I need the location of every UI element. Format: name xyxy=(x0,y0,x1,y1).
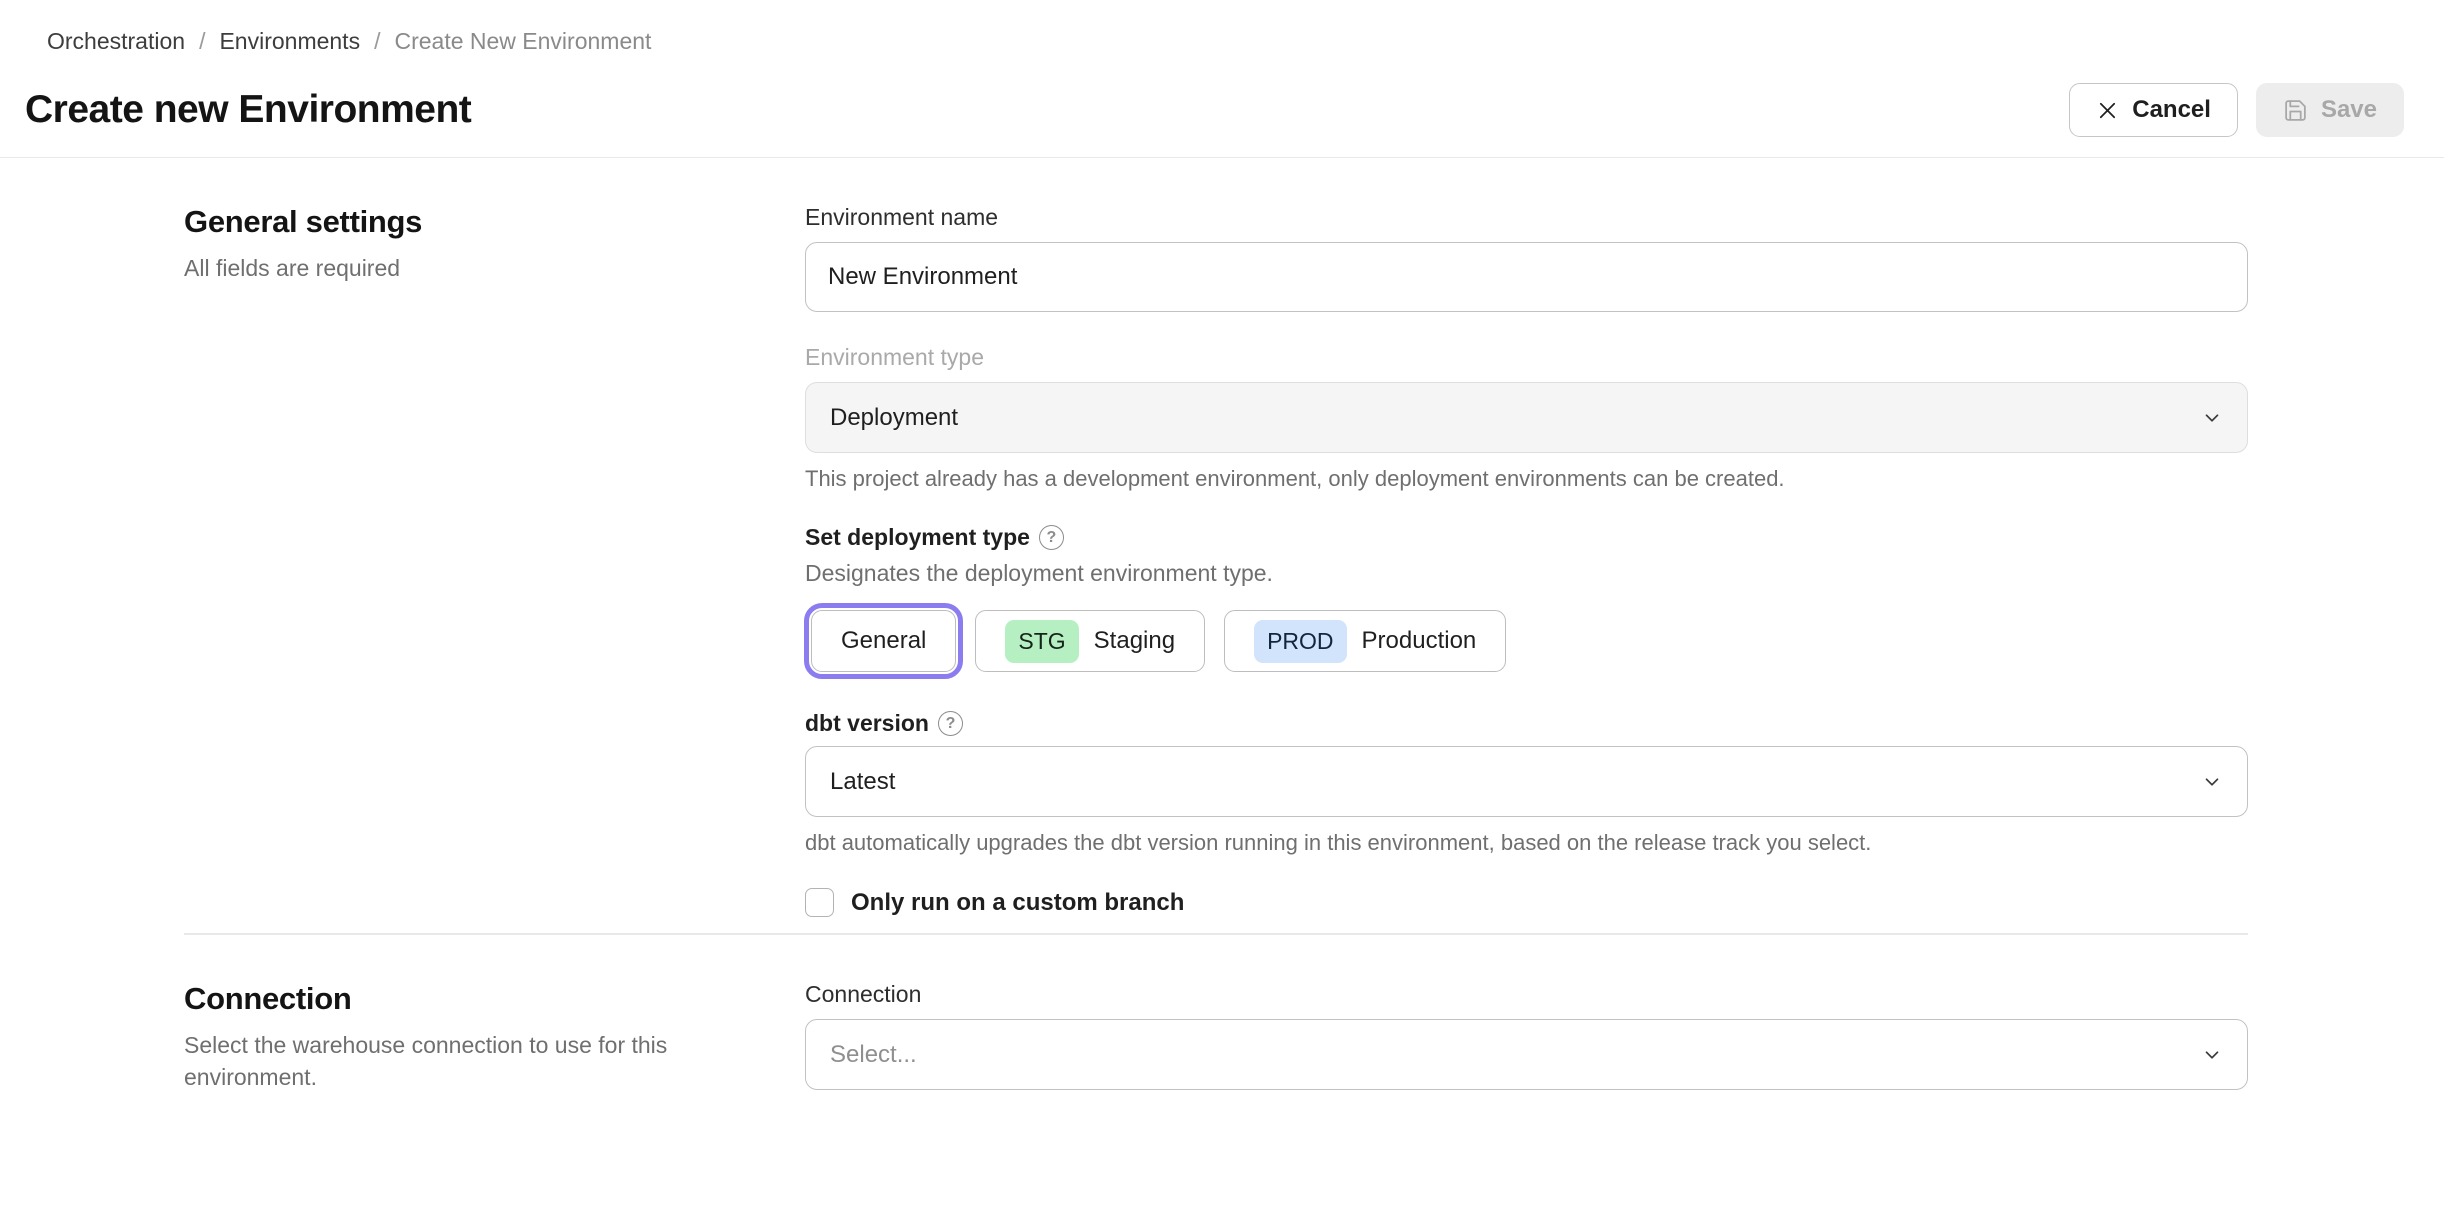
dbt-version-helper: dbt automatically upgrades the dbt versi… xyxy=(805,830,1872,855)
breadcrumb-current-page: Create New Environment xyxy=(394,28,652,54)
custom-branch-checkbox[interactable] xyxy=(805,888,834,917)
environment-type-helper: This project already has a development e… xyxy=(805,466,1785,491)
environment-type-value: Deployment xyxy=(830,403,959,431)
breadcrumb-separator: / xyxy=(374,28,381,54)
chevron-down-icon xyxy=(2201,407,2223,429)
breadcrumb: Orchestration / Environments / Create Ne… xyxy=(0,0,2444,55)
page-title: Create new Environment xyxy=(25,88,472,131)
deployment-type-general-label: General xyxy=(841,627,927,654)
chevron-down-icon xyxy=(2201,1044,2223,1066)
custom-branch-row: Only run on a custom branch xyxy=(805,888,2248,917)
connection-field: Connection Select... xyxy=(805,981,2248,1090)
connection-heading: Connection xyxy=(184,981,352,1016)
question-circle-icon[interactable]: ? xyxy=(1038,525,1064,550)
environment-type-field: Environment type Deployment This project… xyxy=(805,344,2248,492)
deployment-type-label: Set deployment type xyxy=(805,524,1030,550)
x-icon xyxy=(2096,99,2119,122)
deployment-type-production-label: Production xyxy=(1361,627,1477,654)
environment-name-label: Environment name xyxy=(805,204,999,230)
staging-badge: STG xyxy=(1005,619,1079,663)
environment-type-select: Deployment xyxy=(805,382,2248,453)
save-icon xyxy=(2283,98,2308,123)
connection-select[interactable]: Select... xyxy=(805,1019,2248,1090)
header-actions: Cancel Save xyxy=(2069,83,2404,137)
custom-branch-label[interactable]: Only run on a custom branch xyxy=(851,889,1184,917)
deployment-type-field: Set deployment type ? Designates the dep… xyxy=(803,524,2248,679)
dbt-version-field: dbt version ? Latest dbt automatically u… xyxy=(805,710,2248,856)
environment-name-field: Environment name xyxy=(805,204,2248,312)
dbt-version-label: dbt version xyxy=(805,710,929,736)
breadcrumb-orchestration[interactable]: Orchestration xyxy=(47,28,185,55)
save-button-label: Save xyxy=(2320,96,2377,123)
general-settings-section: General settings All fields are required… xyxy=(184,204,2248,917)
cancel-button[interactable]: Cancel xyxy=(2069,83,2238,137)
environment-name-input[interactable] xyxy=(805,242,2248,312)
deployment-type-production-button[interactable]: PROD Production xyxy=(1224,610,1507,672)
save-button[interactable]: Save xyxy=(2255,83,2404,137)
connection-description: Select the warehouse connection to use f… xyxy=(184,1032,668,1091)
page-header: Orchestration / Environments / Create Ne… xyxy=(0,0,2444,158)
dbt-version-select[interactable]: Latest xyxy=(805,746,2248,817)
chevron-down-icon xyxy=(2201,771,2223,793)
breadcrumb-environments[interactable]: Environments xyxy=(219,28,360,55)
general-settings-heading: General settings xyxy=(184,204,423,239)
connection-label: Connection xyxy=(805,981,922,1007)
connection-section: Connection Select the warehouse connecti… xyxy=(184,935,2248,1182)
dbt-version-value: Latest xyxy=(830,767,896,795)
general-settings-subheading: All fields are required xyxy=(184,255,401,281)
deployment-type-options: General STG Staging PROD Production xyxy=(803,603,2248,679)
main-content: General settings All fields are required… xyxy=(0,158,2444,1182)
production-badge: PROD xyxy=(1254,619,1347,663)
connection-placeholder: Select... xyxy=(830,1040,917,1068)
deployment-type-general-button[interactable]: General xyxy=(803,603,964,679)
deployment-type-description: Designates the deployment environment ty… xyxy=(805,560,1273,586)
breadcrumb-separator: / xyxy=(199,28,206,54)
deployment-type-staging-label: Staging xyxy=(1093,627,1176,654)
cancel-button-label: Cancel xyxy=(2132,96,2211,123)
environment-type-label: Environment type xyxy=(805,344,984,370)
question-circle-icon[interactable]: ? xyxy=(937,711,963,736)
deployment-type-staging-button[interactable]: STG Staging xyxy=(975,610,1206,672)
